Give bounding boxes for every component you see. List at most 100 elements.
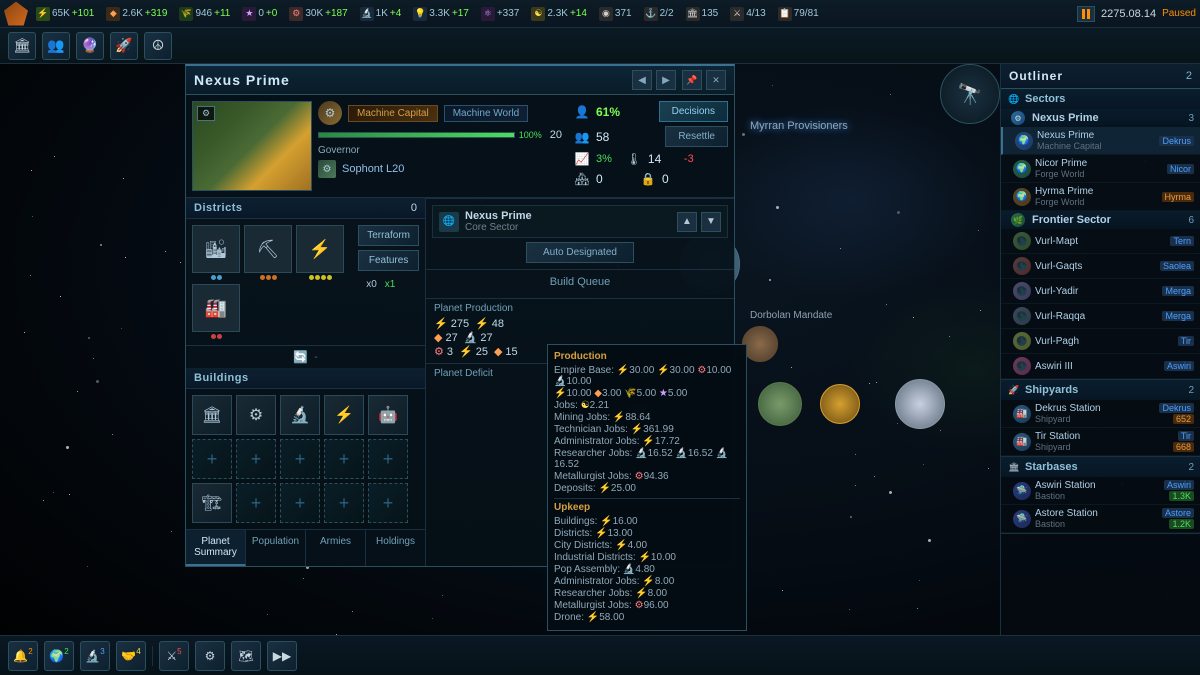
minimap-button[interactable]: 🔭 — [940, 64, 1000, 124]
building-add-6[interactable]: + — [236, 483, 276, 523]
speed-button[interactable]: ▶▶ — [267, 641, 297, 671]
building-add-2[interactable]: + — [236, 439, 276, 479]
resettle-button[interactable]: Resettle — [665, 126, 728, 147]
tab-armies[interactable]: Armies — [306, 530, 366, 566]
outliner-item-aswiri-station[interactable]: 🛸 Aswiri Station Bastion Aswiri 1.3K — [1001, 477, 1200, 505]
district-mining[interactable]: ⛏ — [244, 225, 292, 280]
hyrma-prime-info: Hyrma Prime Forge World — [1035, 186, 1158, 207]
space-planet[interactable] — [820, 384, 860, 424]
toolbar-contacts-button[interactable]: 👥 — [42, 32, 70, 60]
energy-delta: +101 — [72, 8, 95, 19]
space-planet[interactable] — [895, 379, 945, 429]
vurl-pagh-info: Vurl-Pagh — [1035, 336, 1174, 347]
auto-designated-row: Auto Designated — [432, 242, 728, 263]
features-button[interactable]: Features — [358, 250, 419, 271]
building-add-8[interactable]: + — [324, 483, 364, 523]
outliner-item-vurl-yadir[interactable]: 🌑 Vurl-Yadir Merga — [1001, 279, 1200, 304]
district-city[interactable]: 🏙 — [192, 225, 240, 280]
build-queue: Build Queue — [426, 269, 734, 298]
district-city-img: 🏙 — [192, 225, 240, 273]
prev-planet-button[interactable]: ◀ — [632, 70, 652, 90]
outliner-item-tir-station[interactable]: 🏭 Tir Station Shipyard Tir 668 — [1001, 428, 1200, 456]
vurl-pagh-name: Vurl-Pagh — [1035, 336, 1174, 347]
vurl-pagh-status: Tir — [1178, 336, 1194, 346]
decisions-button[interactable]: Decisions — [659, 101, 728, 122]
building-add-3[interactable]: + — [280, 439, 320, 479]
building-2[interactable]: ⚙ — [236, 395, 276, 435]
map-mode-button[interactable]: 🗺 — [231, 641, 261, 671]
diplomacy-count: 4 — [136, 647, 140, 656]
outliner-item-vurl-gaqts[interactable]: 🌑 Vurl-Gaqts Saolea — [1001, 254, 1200, 279]
sector-down-button[interactable]: ▼ — [701, 212, 721, 232]
tab-population[interactable]: Population — [246, 530, 306, 566]
shipyards-group-header[interactable]: 🚀 Shipyards 2 — [1001, 380, 1200, 400]
tech-button-bottom[interactable]: 🔬3 — [80, 641, 110, 671]
space-planet[interactable] — [758, 382, 802, 426]
planet-type-tag[interactable]: Machine Capital — [348, 105, 438, 122]
outliner-item-nicor-prime[interactable]: 🌍 Nicor Prime Forge World Nicor — [1001, 155, 1200, 183]
toolbar-tech-button[interactable]: 🔮 — [76, 32, 104, 60]
prod-row-1: ⚡ 275 ⚡ 48 — [434, 317, 726, 330]
pop-progress-row: 100% 20 — [318, 129, 562, 141]
building-add-5[interactable]: + — [368, 439, 408, 479]
starbases-group-header[interactable]: 🏛 Starbases 2 — [1001, 457, 1200, 477]
building-4[interactable]: ⚡ — [324, 395, 364, 435]
notification-button[interactable]: 🔔2 — [8, 641, 38, 671]
settings-button[interactable]: ⚙ — [195, 641, 225, 671]
frontier-sector-count: 6 — [1188, 215, 1194, 226]
sector-sub: Core Sector — [465, 222, 532, 233]
amenities-value: 0 — [596, 172, 626, 186]
pop-count-row: 👥 58 Resettle — [574, 126, 728, 147]
building-add-9[interactable]: + — [368, 483, 408, 523]
space-planet[interactable] — [742, 326, 778, 362]
expansion-button[interactable]: 🌍2 — [44, 641, 74, 671]
close-button[interactable]: ✕ — [706, 70, 726, 90]
tab-holdings[interactable]: Holdings — [366, 530, 425, 566]
astore-station-info: Astore Station Bastion — [1035, 508, 1158, 529]
toolbar-empire-button[interactable]: 🏛 — [8, 32, 36, 60]
district-industrial[interactable]: 🏭 — [192, 284, 240, 339]
sectors-group-header[interactable]: 🌐 Sectors — [1001, 89, 1200, 109]
pop-modifier-dash: - — [314, 352, 317, 363]
toolbar-fleet-button[interactable]: 🚀 — [110, 32, 138, 60]
outliner-item-nexus-prime[interactable]: 🌍 Nexus Prime Machine Capital Dekrus — [1001, 127, 1200, 155]
outliner-item-aswiri-iii[interactable]: 🌑 Aswiri III Aswiri — [1001, 354, 1200, 379]
building-5[interactable]: 🤖 — [368, 395, 408, 435]
districts-area: 🏙 ⛏ — [186, 219, 425, 345]
terraform-button[interactable]: Terraform — [358, 225, 419, 246]
tooltip-researcher-jobs: Researcher Jobs: 🔬16.52 🔬16.52 🔬16.52 — [554, 448, 740, 470]
sector-up-button[interactable]: ▲ — [677, 212, 697, 232]
military-count: 5 — [177, 647, 181, 656]
outliner-item-vurl-mapt[interactable]: 🌑 Vurl-Mapt Tern — [1001, 229, 1200, 254]
toolbar-diplomacy-button[interactable]: ☮ — [144, 32, 172, 60]
planet-class-tag[interactable]: Machine World — [444, 105, 529, 122]
next-planet-button[interactable]: ▶ — [656, 70, 676, 90]
outliner-item-vurl-raqqa[interactable]: 🌑 Vurl-Raqqa Merga — [1001, 304, 1200, 329]
military-button-bottom[interactable]: ⚔5 — [159, 641, 189, 671]
district-generator[interactable]: ⚡ — [296, 225, 344, 280]
building-3[interactable]: 🔬 — [280, 395, 320, 435]
pin-button[interactable]: 📌 — [682, 70, 702, 90]
dekrus-station-sub: Shipyard — [1035, 414, 1155, 424]
frontier-sector-subsection-header[interactable]: 🌿 Frontier Sector 6 — [1001, 211, 1200, 229]
outliner-item-vurl-pagh[interactable]: 🌑 Vurl-Pagh Tir — [1001, 329, 1200, 354]
research1-delta: +4 — [390, 8, 401, 19]
outliner-item-astore-station[interactable]: 🛸 Astore Station Bastion Astore 1.2K — [1001, 505, 1200, 533]
building-1[interactable]: 🏛 — [192, 395, 232, 435]
pause-button[interactable] — [1077, 6, 1095, 22]
game-logo[interactable] — [4, 2, 28, 26]
vurl-yadir-badge: Merga — [1162, 286, 1194, 296]
auto-designated-button[interactable]: Auto Designated — [526, 242, 634, 263]
outliner-item-hyrma-prime[interactable]: 🌍 Hyrma Prime Forge World Hyrma — [1001, 183, 1200, 211]
nicor-prime-badge: Nicor — [1167, 164, 1194, 174]
prod-food-val: 25 — [476, 346, 488, 358]
tab-planet-summary[interactable]: Planet Summary — [186, 530, 246, 566]
nexus-prime-subsection-header[interactable]: ⚙ Nexus Prime 3 — [1001, 109, 1200, 127]
building-add-4[interactable]: + — [324, 439, 364, 479]
building-add-7[interactable]: + — [280, 483, 320, 523]
diplomacy-button-bottom[interactable]: 🤝4 — [116, 641, 146, 671]
governor-name[interactable]: Sophont L20 — [342, 163, 404, 175]
building-add-1[interactable]: + — [192, 439, 232, 479]
building-6[interactable]: 🏗 — [192, 483, 232, 523]
outliner-item-dekrus-station[interactable]: 🏭 Dekrus Station Shipyard Dekrus 652 — [1001, 400, 1200, 428]
